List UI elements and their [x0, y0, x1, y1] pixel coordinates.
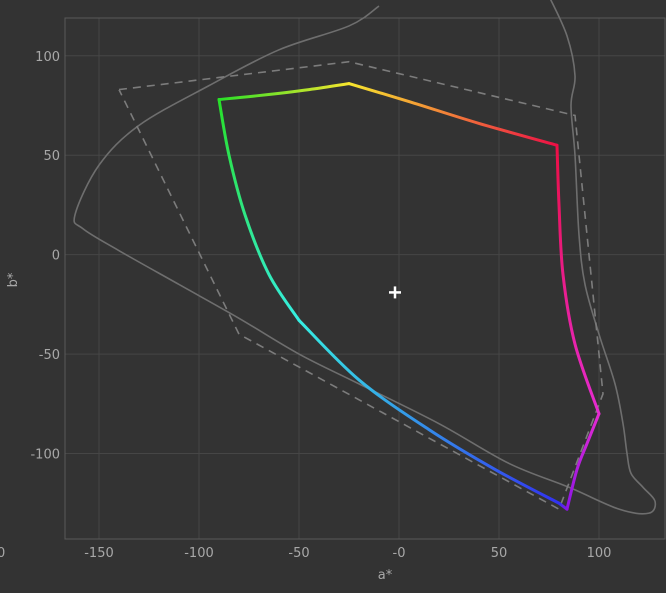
x-tick-label: 100 [587, 546, 612, 561]
reference-gamut-dashed-line [118, 60, 604, 511]
gamut-edge-red-magenta [555, 143, 601, 416]
y-axis-title: b* [6, 272, 21, 287]
series-layer [73, 0, 657, 515]
gamut-edge-green-yellow [217, 82, 351, 102]
gamut-chart: 0 -150 -100 -50 -0 50 100 100 50 0 -50 -100 a* b* [0, 0, 666, 583]
y-tick-label: -100 [30, 447, 60, 462]
y-tick-label: 0 [52, 249, 60, 264]
x-tick-label: -100 [184, 546, 214, 561]
gamut-edge-yellow-red [347, 82, 559, 147]
plot-frame [64, 17, 666, 540]
y-tick-label: 50 [43, 149, 60, 164]
x-tick-label: -0 [393, 546, 406, 561]
y-tick-label: -50 [39, 348, 60, 363]
spectral-locus-line [73, 0, 657, 515]
x-tick-label: 50 [491, 546, 508, 561]
gamut-edge-blue-cyan [297, 318, 561, 505]
x-axis-title: a* [378, 568, 393, 583]
gamut-edge-cyan-green [217, 98, 301, 322]
gamut-edge-magenta-violet [565, 412, 601, 511]
y-tick-label: 100 [35, 50, 60, 65]
x-tick-label: 0 [0, 546, 5, 561]
grid [65, 18, 665, 539]
x-tick-label: -150 [84, 546, 114, 561]
x-tick-label: -50 [288, 546, 309, 561]
